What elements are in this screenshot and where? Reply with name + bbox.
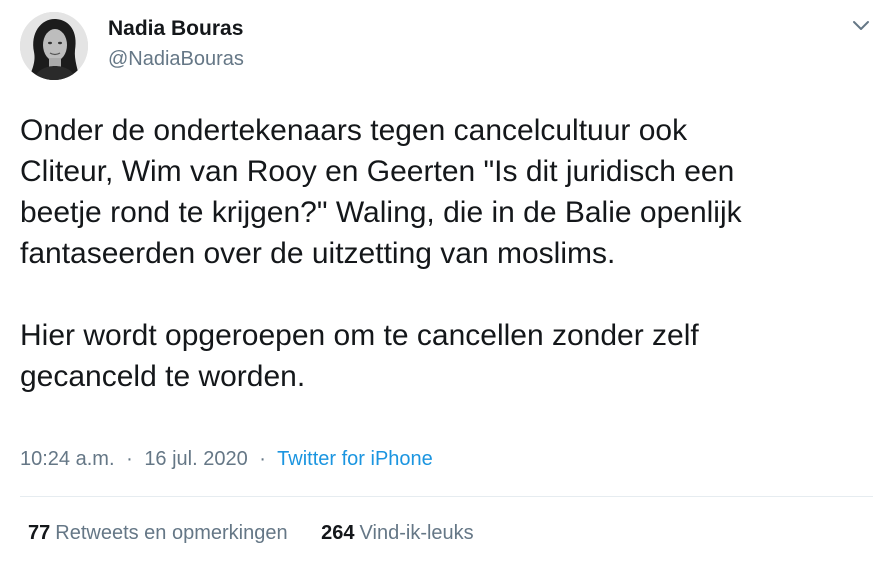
- tweet-text: Onder de ondertekenaars tegen cancelcult…: [20, 110, 870, 397]
- profile-photo-icon: [20, 12, 88, 80]
- tweet-meta: 10:24 a.m. · 16 jul. 2020 · Twitter for …: [20, 448, 433, 471]
- tweet-date[interactable]: 16 jul. 2020: [144, 448, 247, 470]
- author-handle[interactable]: @NadiaBouras: [108, 48, 244, 71]
- tweet-time[interactable]: 10:24 a.m.: [20, 448, 115, 470]
- retweets-stat[interactable]: 77 Retweets en opmerkingen: [28, 522, 288, 545]
- tweet-text-line: Onder de ondertekenaars tegen cancelcult…: [20, 114, 688, 147]
- tweet-text-line: beetje rond te krijgen?" Waling, die in …: [20, 196, 742, 229]
- tweet-text-line: Cliteur, Wim van Rooy en Geerten "Is dit…: [20, 155, 735, 188]
- meta-separator: ·: [259, 448, 266, 470]
- likes-stat[interactable]: 264 Vind-ik-leuks: [321, 522, 474, 545]
- tweet-stats: 77 Retweets en opmerkingen 264 Vind-ik-leu…: [28, 522, 502, 545]
- tweet-text-line: Hier wordt opgeroepen om te cancellen zo…: [20, 319, 699, 352]
- likes-label: Vind-ik-leuks: [359, 522, 474, 544]
- retweets-count: 77: [28, 522, 51, 544]
- retweets-label: Retweets en opmerkingen: [55, 522, 288, 544]
- tweet-source-link[interactable]: Twitter for iPhone: [277, 448, 433, 470]
- avatar[interactable]: [20, 12, 88, 80]
- divider: [20, 496, 873, 497]
- tweet-card: Nadia Bouras @NadiaBouras Onder de onder…: [0, 0, 883, 570]
- author-name[interactable]: Nadia Bouras: [108, 17, 243, 41]
- tweet-text-line: fantaseerden over de uitzetting van mosl…: [20, 237, 616, 270]
- meta-separator: ·: [126, 448, 133, 470]
- tweet-text-line: gecanceld te worden.: [20, 360, 306, 393]
- chevron-down-icon[interactable]: [849, 14, 873, 38]
- likes-count: 264: [321, 522, 355, 544]
